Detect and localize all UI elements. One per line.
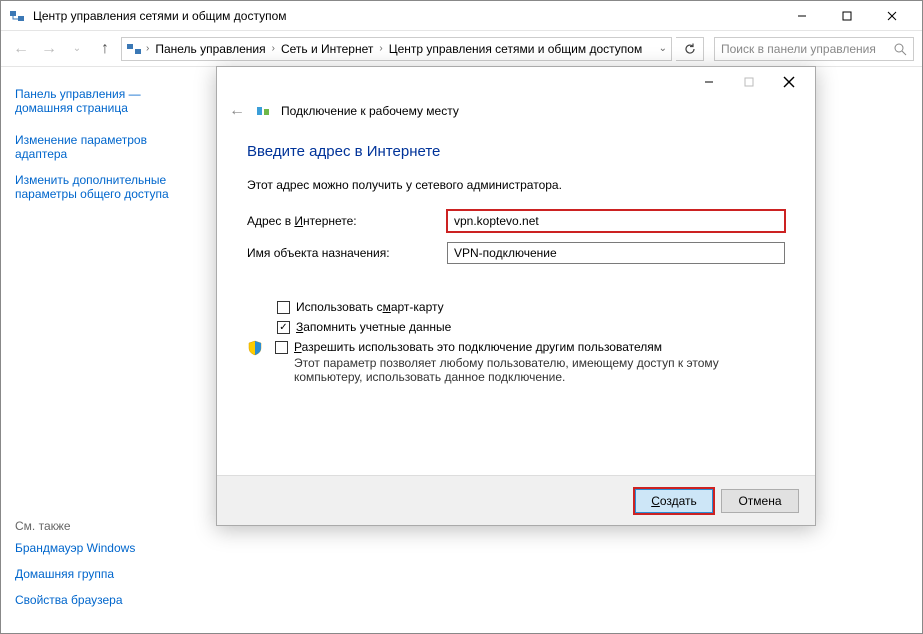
dialog-body: Введите адрес в Интернете Этот адрес мож… [217,125,815,475]
chevron-right-icon[interactable]: › [146,43,149,54]
sidebar-home-link[interactable]: Панель управления — домашняя страница [15,87,186,115]
destination-name-row: Имя объекта назначения: [247,242,785,264]
allow-others-checkbox[interactable] [275,341,288,354]
create-button[interactable]: Создать [635,489,713,513]
network-center-icon [126,41,142,57]
dialog-subheader: ← Подключение к рабочему месту [217,97,815,125]
nav-history-dropdown[interactable]: ⌄ [65,37,89,61]
chevron-down-icon[interactable]: ⌄ [659,43,667,54]
internet-address-label: Адрес в Интернете: [247,214,447,228]
destination-name-label: Имя объекта назначения: [247,246,447,260]
breadcrumb[interactable]: › Панель управления › Сеть и Интернет › … [121,37,672,61]
smartcard-label: Использовать смарт-карту [296,300,785,314]
breadcrumb-segment[interactable]: Центр управления сетями и общим доступом [385,38,647,60]
nav-up-button[interactable]: ↑ [93,37,117,61]
allow-others-checkbox-row: Разрешить использовать это подключение д… [247,340,785,384]
sidebar: Панель управления — домашняя страница Из… [1,67,201,633]
smartcard-checkbox-row: Использовать смарт-карту [277,300,785,314]
sidebar-link-internet-options[interactable]: Свойства браузера [15,593,195,607]
close-button[interactable] [869,1,914,31]
dialog-title: Введите адрес в Интернете [247,143,785,160]
chevron-right-icon[interactable]: › [379,43,382,54]
sidebar-link-adapter-settings[interactable]: Изменение параметров адаптера [15,133,186,161]
allow-others-description: Этот параметр позволяет любому пользоват… [294,356,785,384]
search-placeholder: Поиск в панели управления [721,42,893,56]
dialog-footer: Создать Отмена [217,475,815,525]
vpn-wizard-dialog: ← Подключение к рабочему месту Введите а… [216,66,816,526]
sidebar-see-also: См. также Брандмауэр Windows Домашняя гр… [15,519,195,619]
dialog-titlebar [217,67,815,97]
destination-name-input[interactable] [447,242,785,264]
navigation-bar: ← → ⌄ ↑ › Панель управления › Сеть и Инт… [1,31,922,67]
nav-forward-button[interactable]: → [37,37,61,61]
dialog-minimize-button[interactable] [689,70,729,94]
dialog-close-button[interactable] [769,70,809,94]
remember-credentials-checkbox[interactable] [277,321,290,334]
network-center-icon [9,8,25,24]
search-icon [893,42,907,56]
internet-address-row: Адрес в Интернете: [247,210,785,232]
remember-credentials-label: Запомнить учетные данные [296,320,785,334]
dialog-subheader-title: Подключение к рабочему месту [281,104,459,118]
sidebar-link-sharing-settings[interactable]: Изменить дополнительные параметры общего… [15,173,186,201]
dialog-maximize-button [729,70,769,94]
uac-shield-icon [247,340,263,356]
nav-back-button[interactable]: ← [9,37,33,61]
search-input[interactable]: Поиск в панели управления [714,37,914,61]
maximize-button[interactable] [824,1,869,31]
cancel-button[interactable]: Отмена [721,489,799,513]
breadcrumb-segment[interactable]: Сеть и Интернет [277,38,377,60]
refresh-button[interactable] [676,37,704,61]
smartcard-checkbox[interactable] [277,301,290,314]
allow-others-label: Разрешить использовать это подключение д… [294,340,785,354]
window-title: Центр управления сетями и общим доступом [33,9,779,23]
minimize-button[interactable] [779,1,824,31]
remember-credentials-checkbox-row: Запомнить учетные данные [277,320,785,334]
see-also-header: См. также [15,519,195,533]
breadcrumb-segment[interactable]: Панель управления [151,38,269,60]
internet-address-input[interactable] [447,210,785,232]
sidebar-link-homegroup[interactable]: Домашняя группа [15,567,195,581]
workplace-connection-icon [255,103,271,119]
dialog-description: Этот адрес можно получить у сетевого адм… [247,178,785,192]
chevron-right-icon[interactable]: › [272,43,275,54]
window-titlebar: Центр управления сетями и общим доступом [1,1,922,31]
dialog-back-button[interactable]: ← [229,102,245,120]
sidebar-link-firewall[interactable]: Брандмауэр Windows [15,541,195,555]
